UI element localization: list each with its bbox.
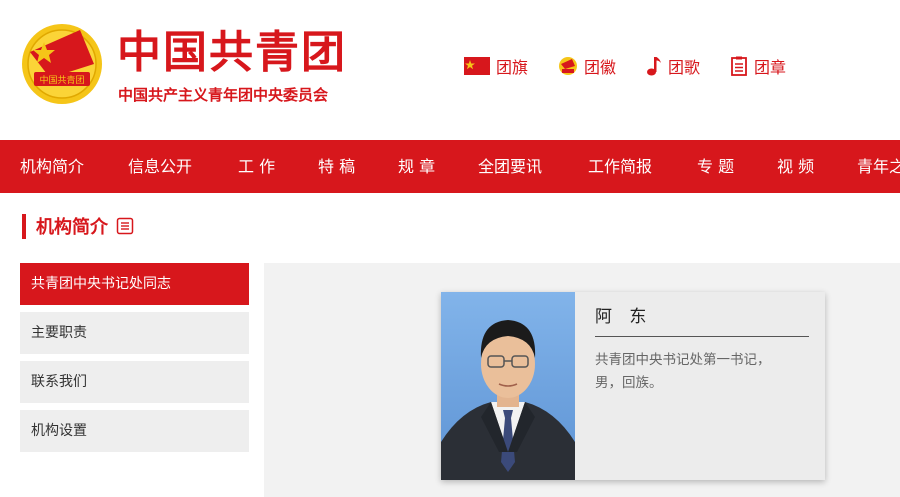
quick-link-flag[interactable]: 团旗 (464, 54, 528, 78)
person-description: 共青团中央书记处第一书记，男，回族。 (595, 352, 771, 391)
nav-item-work[interactable]: 工 作 (238, 140, 275, 193)
profile-card[interactable]: 阿 东 共青团中央书记处第一书记，男，回族。 (441, 292, 825, 480)
music-note-icon (646, 55, 662, 77)
quick-link-charter[interactable]: 团章 (730, 54, 786, 78)
section-heading: 机构简介 (22, 212, 134, 240)
nav-item-work-briefs[interactable]: 工作简报 (588, 140, 652, 193)
nav-item-features[interactable]: 特 稿 (318, 140, 355, 193)
sidebar-item-structure[interactable]: 机构设置 (20, 410, 249, 452)
main-nav: 机构简介 信息公开 工 作 特 稿 规 章 全团要讯 工作简报 专 题 视 频 … (0, 140, 900, 193)
site-header: 中国共青团 中国共青团 中国共产主义青年团中央委员会 团旗 团徽 团歌 团章 (0, 0, 900, 140)
quick-link-song[interactable]: 团歌 (646, 54, 700, 78)
quick-link-emblem[interactable]: 团徽 (558, 54, 616, 78)
quick-link-label: 团章 (754, 58, 787, 77)
site-title[interactable]: 中国共青团 (117, 16, 347, 80)
section-title: 机构简介 (36, 217, 108, 238)
nav-item-videos[interactable]: 视 频 (777, 140, 814, 193)
site-subtitle: 中国共产主义青年团中央委员会 (118, 86, 329, 104)
youth-league-emblem-icon[interactable]: 中国共青团 (20, 22, 104, 106)
profile-photo (441, 292, 575, 480)
sidebar-item-secretariat[interactable]: 共青团中央书记处同志 (20, 263, 249, 305)
nav-item-youth[interactable]: 青年之 (857, 140, 900, 193)
sidebar: 共青团中央书记处同志 主要职责 联系我们 机构设置 (20, 263, 249, 459)
emblem-icon (558, 56, 578, 76)
quick-link-label: 团歌 (668, 58, 701, 77)
nav-item-about[interactable]: 机构简介 (20, 140, 84, 193)
quick-link-label: 团旗 (496, 58, 529, 77)
nav-item-regulations[interactable]: 规 章 (398, 140, 435, 193)
name-divider (595, 336, 809, 337)
sidebar-item-duties[interactable]: 主要职责 (20, 312, 249, 354)
nav-item-league-news[interactable]: 全团要讯 (478, 140, 542, 193)
quick-link-label: 团徽 (584, 58, 617, 77)
quick-links: 团旗 团徽 团歌 团章 (464, 54, 816, 78)
profile-info: 阿 东 共青团中央书记处第一书记，男，回族。 (575, 292, 825, 480)
nav-item-info-disclosure[interactable]: 信息公开 (128, 140, 192, 193)
person-name[interactable]: 阿 东 (595, 302, 809, 332)
nav-item-topics[interactable]: 专 题 (697, 140, 734, 193)
sidebar-item-contact[interactable]: 联系我们 (20, 361, 249, 403)
svg-text:中国共青团: 中国共青团 (39, 74, 84, 86)
document-icon (730, 56, 748, 76)
section-accent-bar (22, 213, 26, 239)
flag-icon (464, 57, 490, 75)
list-icon (116, 217, 134, 235)
